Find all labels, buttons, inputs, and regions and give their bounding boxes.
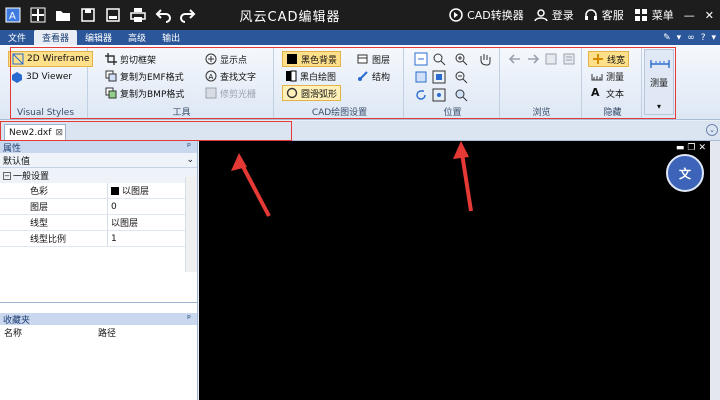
- menu-bar: 文件 查看器 编辑器 高级 输出 ✎ ▾ ∞ ? ▾: [0, 30, 720, 45]
- open-folder-icon[interactable]: [51, 3, 75, 27]
- user-icon: [534, 9, 548, 22]
- print-icon[interactable]: [126, 3, 150, 27]
- property-row-linetype[interactable]: 线型 以图层: [0, 215, 197, 231]
- tab-file[interactable]: 文件: [0, 30, 34, 45]
- save-as-icon[interactable]: [101, 3, 125, 27]
- login-button[interactable]: 登录: [534, 7, 574, 23]
- category-general-label: 一般设置: [13, 172, 50, 182]
- highlight-box-ribbon: [10, 47, 676, 119]
- grid-menu-icon: [634, 9, 647, 21]
- property-key: 线型: [0, 215, 108, 230]
- property-row-color[interactable]: 色彩 以图层: [0, 183, 197, 199]
- canvas-minimize-icon[interactable]: ▬: [676, 143, 685, 153]
- headset-icon: [584, 9, 597, 20]
- properties-empty-area: [0, 247, 197, 303]
- tab-list-chevron-icon[interactable]: ⌄: [706, 124, 718, 136]
- save-icon[interactable]: [76, 3, 100, 27]
- pin-icon[interactable]: ᵖ: [187, 142, 191, 152]
- support-button[interactable]: 客服: [584, 7, 624, 23]
- ribbon: 2D Wireframe 3D Viewer Visual Styles 剪切框…: [0, 45, 720, 120]
- pen-icon[interactable]: ✎: [663, 33, 671, 43]
- minimize-button[interactable]: —: [684, 9, 695, 22]
- canvas-restore-icon[interactable]: ❐: [687, 143, 695, 153]
- title-bar: A 风云CAD编辑器 CAD转换器 登录 客服 菜单 — ✕: [0, 0, 720, 30]
- canvas-window-controls: ▬ ❐ ✕: [676, 143, 706, 153]
- tab-output[interactable]: 输出: [154, 30, 188, 45]
- tab-advanced[interactable]: 高级: [120, 30, 154, 45]
- translate-icon[interactable]: 文: [666, 154, 704, 192]
- menubar-right: ✎ ▾ ∞ ? ▾: [663, 30, 716, 45]
- red-arrow-right-head: [453, 141, 469, 159]
- favorites-col-path[interactable]: 路径: [98, 326, 116, 339]
- properties-header: 属性 ᵖ: [0, 141, 197, 154]
- close-button[interactable]: ✕: [705, 9, 714, 22]
- properties-scrollbar[interactable]: [185, 177, 197, 272]
- help-dropdown-icon[interactable]: ▾: [711, 33, 716, 43]
- favorites-pin-icon[interactable]: ᵖ: [187, 314, 191, 324]
- favorites-col-name[interactable]: 名称: [0, 326, 98, 339]
- property-value: 以图层: [108, 183, 149, 198]
- collapse-icon[interactable]: −: [3, 171, 11, 180]
- cad-converter-button[interactable]: CAD转换器: [449, 7, 524, 23]
- color-swatch-icon: [111, 186, 119, 195]
- undo-icon[interactable]: [151, 3, 175, 27]
- tab-editor[interactable]: 编辑器: [77, 30, 120, 45]
- category-general[interactable]: − 一般设置: [0, 168, 197, 183]
- tab-viewer[interactable]: 查看器: [34, 30, 78, 45]
- property-value: 1: [111, 233, 117, 244]
- new-file-icon[interactable]: [26, 3, 50, 27]
- annotation-arrows: [231, 141, 473, 217]
- properties-dropdown[interactable]: 默认值 ⌄: [0, 153, 197, 168]
- titlebar-right: CAD转换器 登录 客服 菜单 — ✕: [449, 0, 714, 30]
- svg-text:A: A: [9, 11, 16, 22]
- chevron-down-icon: ⌄: [186, 155, 194, 165]
- property-row-linetype-scale[interactable]: 线型比例 1: [0, 231, 197, 247]
- app-window: A 风云CAD编辑器 CAD转换器 登录 客服 菜单 — ✕ 文件 查看器 编辑…: [0, 0, 720, 400]
- property-value: 以图层: [111, 219, 139, 229]
- dropdown-icon[interactable]: ▾: [677, 33, 682, 43]
- support-label: 客服: [601, 9, 624, 22]
- property-key: 图层: [0, 199, 108, 214]
- document-tab-bar: New2.dxf ⊠ ⌄: [0, 121, 720, 141]
- canvas-close-icon[interactable]: ✕: [698, 143, 706, 153]
- favorites-header: 收藏夹 ᵖ: [0, 313, 197, 326]
- cad-converter-label: CAD转换器: [467, 9, 524, 22]
- properties-dropdown-value: 默认值: [3, 156, 31, 167]
- left-panel: 属性 ᵖ 默认值 ⌄ − 一般设置 色彩 以图层 图层 0 线型 以图层 线型比…: [0, 141, 198, 400]
- property-key: 色彩: [0, 183, 108, 198]
- app-logo-icon[interactable]: A: [1, 3, 25, 27]
- property-value-text: 以图层: [122, 187, 150, 197]
- menu-button[interactable]: 菜单: [634, 7, 674, 23]
- link-icon[interactable]: ∞: [687, 33, 695, 43]
- converter-icon: [449, 8, 463, 22]
- property-row-layer[interactable]: 图层 0: [0, 199, 197, 215]
- login-label: 登录: [551, 9, 574, 22]
- help-icon[interactable]: ?: [701, 33, 706, 43]
- redo-icon[interactable]: [176, 3, 200, 27]
- canvas-vertical-scrollbar[interactable]: [710, 141, 720, 400]
- favorites-title: 收藏夹: [3, 315, 31, 326]
- window-title: 风云CAD编辑器: [239, 9, 341, 25]
- menu-label: 菜单: [651, 9, 674, 22]
- highlight-box-doctabs: [0, 121, 292, 141]
- drawing-canvas[interactable]: [199, 141, 710, 400]
- favorites-columns: 名称 路径: [0, 325, 197, 339]
- quick-access-toolbar: A: [0, 0, 200, 30]
- property-value: 0: [111, 201, 117, 212]
- properties-title: 属性: [3, 143, 22, 154]
- property-key: 线型比例: [0, 231, 108, 246]
